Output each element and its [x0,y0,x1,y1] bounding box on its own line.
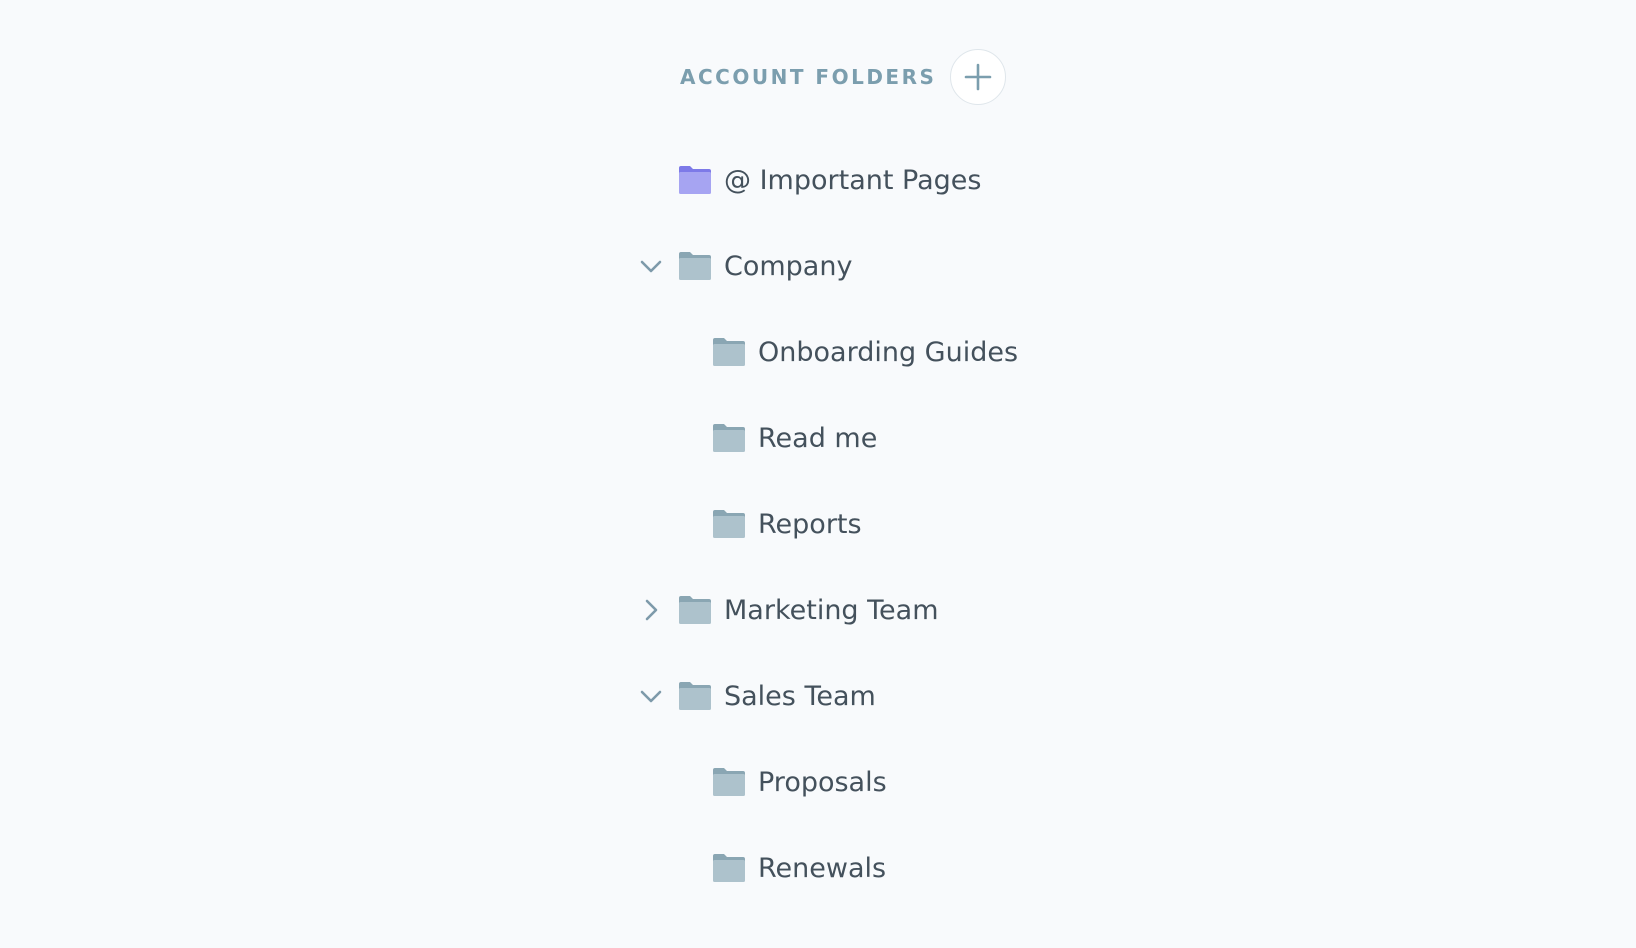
folder-label: Marketing Team [724,594,939,626]
folder-icon [712,767,746,797]
folder-row[interactable]: Onboarding Guides [712,309,1018,395]
folder-label: Read me [758,422,878,454]
folder-row[interactable]: Marketing Team [645,567,939,653]
plus-icon [965,63,992,91]
folder-label: Company [724,250,853,282]
folder-row[interactable]: @ Important Pages [678,137,981,223]
section-title: ACCOUNT FOLDERS [680,65,937,89]
folder-icon [712,337,746,367]
folder-label: Onboarding Guides [758,336,1019,368]
folder-label: Proposals [758,766,887,798]
folder-label: Sales Team [724,680,876,712]
folder-icon [678,595,712,625]
chevron-right-icon[interactable] [638,597,664,623]
folder-label: @ Important Pages [724,164,982,196]
folder-row[interactable]: Proposals [712,739,887,825]
chevron-down-icon[interactable] [638,253,664,279]
folder-special-icon [678,165,712,195]
account-folders-header: ACCOUNT FOLDERS [680,48,1007,106]
folder-icon [712,509,746,539]
account-folders-panel: ACCOUNT FOLDERS @ Important Pages Company… [0,0,1636,948]
folder-row[interactable]: Renewals [712,825,886,911]
folder-icon [712,423,746,453]
folder-row[interactable]: Reports [712,481,862,567]
folder-label: Reports [758,508,862,540]
folder-row[interactable]: Read me [712,395,877,481]
folder-icon [678,681,712,711]
add-folder-button[interactable] [950,49,1007,105]
chevron-down-icon[interactable] [638,683,664,709]
folder-row[interactable]: Company [640,223,853,309]
folder-icon [678,251,712,281]
folder-row[interactable]: Sales Team [640,653,876,739]
folder-icon [712,853,746,883]
folder-label: Renewals [758,852,887,884]
